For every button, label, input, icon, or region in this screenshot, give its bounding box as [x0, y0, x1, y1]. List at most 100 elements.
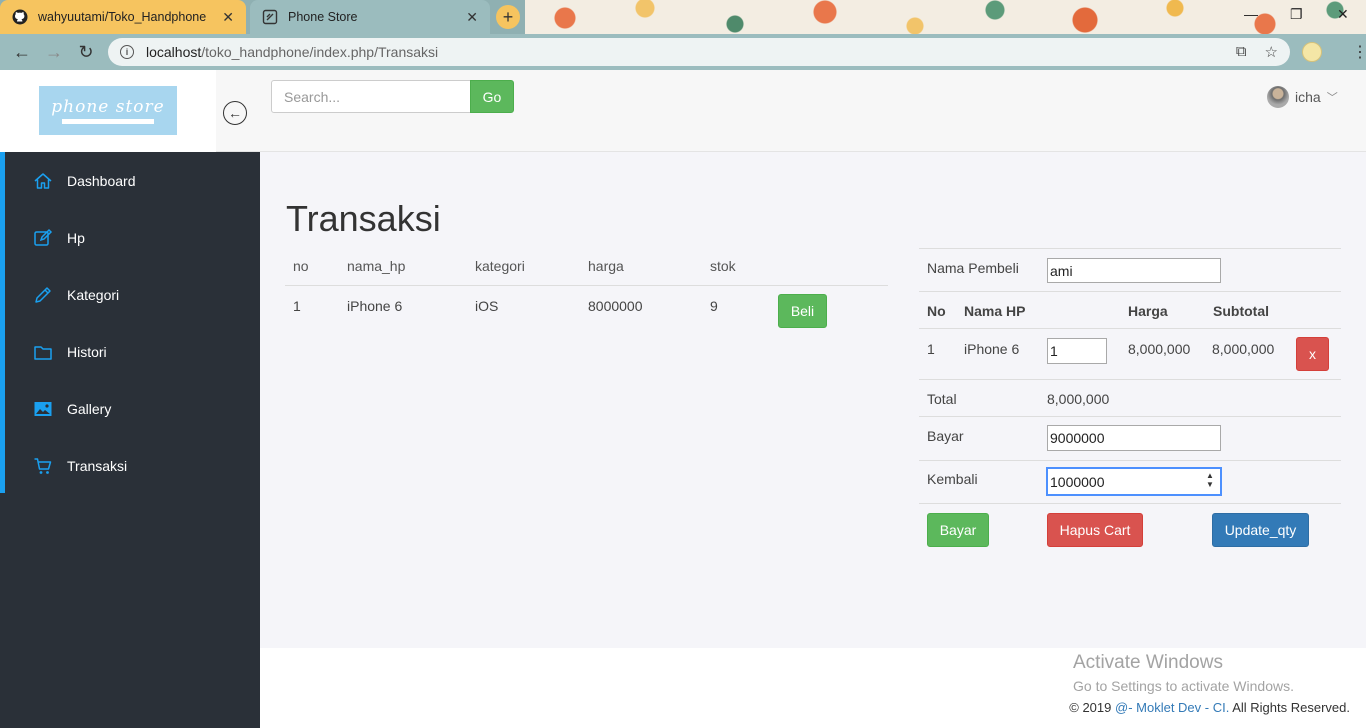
- profile-avatar-icon[interactable]: [1302, 42, 1322, 62]
- forward-arrow-icon[interactable]: →: [38, 42, 70, 63]
- cart-actions-row: Bayar Hapus Cart Update_qty: [919, 503, 1341, 559]
- back-arrow-icon[interactable]: ←: [6, 42, 38, 63]
- cell-no: 1: [293, 297, 301, 314]
- copyright: © 2019 @- Moklet Dev - CI. All Rights Re…: [1069, 700, 1350, 715]
- kembali-input[interactable]: [1047, 468, 1221, 495]
- logo[interactable]: phone store: [39, 86, 177, 135]
- minimize-icon[interactable]: —: [1244, 6, 1258, 22]
- sidebar-item-label: Hp: [67, 229, 85, 246]
- sidebar-item-label: Dashboard: [67, 172, 136, 189]
- address-bar[interactable]: i localhost/toko_handphone/index.php/Tra…: [108, 38, 1290, 66]
- bayar-row: Bayar: [919, 416, 1341, 460]
- column-header-no: no: [285, 248, 339, 286]
- column-header-action: [774, 248, 888, 286]
- sidebar-toggle-back-icon[interactable]: ←: [223, 101, 247, 125]
- github-icon: [12, 9, 28, 25]
- browser-tab-github[interactable]: wahyuutami/Toko_Handphone ✕: [0, 0, 246, 34]
- beli-button[interactable]: Beli: [778, 293, 827, 328]
- sidebar-item-dashboard[interactable]: Dashboard: [5, 152, 260, 209]
- cart-panel: Nama Pembeli No Nama HP Harga Subtotal 1…: [919, 248, 1341, 559]
- total-label: Total: [927, 391, 957, 407]
- bayar-button[interactable]: Bayar: [927, 513, 989, 547]
- cell-kategori: iOS: [475, 297, 499, 314]
- buyer-row: Nama Pembeli: [919, 248, 1341, 291]
- sidebar-item-label: Kategori: [67, 286, 120, 303]
- browser-theme-art: [525, 0, 1366, 34]
- cart-header-no: No: [927, 303, 946, 319]
- copyright-suffix: All Rights Reserved.: [1229, 700, 1350, 715]
- cart-icon: [33, 456, 53, 476]
- sidebar-item-hp[interactable]: Hp: [5, 209, 260, 266]
- app-header: phone store ← Go icha ﹀: [0, 70, 1366, 152]
- maximize-icon[interactable]: ❐: [1290, 6, 1303, 23]
- activate-windows-title: Activate Windows: [1073, 652, 1223, 673]
- sidebar-item-gallery[interactable]: Gallery: [5, 380, 260, 437]
- sidebar-item-histori[interactable]: Histori: [5, 323, 260, 380]
- page-title: Transaksi: [286, 198, 441, 239]
- chevron-down-icon: ﹀: [1326, 92, 1338, 104]
- window-close-icon[interactable]: ✕: [1337, 6, 1349, 23]
- browser-tab-phone-store[interactable]: Phone Store ✕: [250, 0, 490, 34]
- buyer-name-input[interactable]: [1047, 258, 1221, 283]
- table-row: 1 iPhone 6 iOS 8000000 9 Beli: [285, 285, 888, 337]
- cell-harga: 8000000: [588, 297, 643, 314]
- star-icon[interactable]: ☆: [1265, 43, 1278, 61]
- sidebar-item-label: Gallery: [67, 400, 112, 417]
- browser-tab-title: wahyuutami/Toko_Handphone: [38, 10, 207, 24]
- address-host: localhost: [146, 44, 202, 60]
- cart-header-nama: Nama HP: [964, 303, 1026, 319]
- browser-toolbar: ← → ↻ i localhost/toko_handphone/index.p…: [0, 34, 1366, 70]
- edit-icon: [33, 228, 53, 248]
- cell-nama-hp: iPhone 6: [347, 297, 403, 314]
- cart-item-row: 1 iPhone 6 8,000,000 8,000,000 x: [919, 328, 1341, 379]
- hapus-cart-button[interactable]: Hapus Cart: [1047, 513, 1143, 547]
- product-table: no nama_hp kategori harga stok 1 iPhone …: [285, 248, 888, 337]
- main-content: Transaksi no nama_hp kategori harga stok…: [260, 152, 1366, 648]
- cart-header-harga: Harga: [1128, 303, 1168, 319]
- logo-text: phone store: [51, 97, 165, 117]
- total-value: 8,000,000: [1047, 391, 1110, 407]
- reload-icon[interactable]: ↻: [70, 42, 102, 63]
- table-header-row: no nama_hp kategori harga stok: [285, 248, 888, 286]
- home-icon: [33, 171, 53, 191]
- search-go-button[interactable]: Go: [470, 80, 514, 113]
- column-header-harga: harga: [580, 248, 702, 286]
- user-avatar: [1267, 86, 1289, 108]
- close-icon[interactable]: ✕: [222, 9, 234, 26]
- new-tab-button[interactable]: +: [496, 5, 520, 29]
- total-row: Total 8,000,000: [919, 379, 1341, 416]
- sidebar-item-transaksi[interactable]: Transaksi: [5, 437, 260, 494]
- browser-menu-icon[interactable]: ⋮: [1352, 42, 1366, 62]
- sidebar-item-label: Histori: [67, 343, 107, 360]
- translate-icon[interactable]: ⧉: [1236, 43, 1247, 61]
- cart-header-subtotal: Subtotal: [1213, 303, 1269, 319]
- browser-tabstrip: wahyuutami/Toko_Handphone ✕ Phone Store …: [0, 0, 1366, 34]
- bayar-input[interactable]: [1047, 425, 1221, 451]
- buyer-label: Nama Pembeli: [927, 260, 1019, 276]
- user-name: icha: [1295, 89, 1321, 105]
- column-header-kategori: kategori: [467, 248, 580, 286]
- image-icon: [33, 399, 53, 419]
- sidebar-item-kategori[interactable]: Kategori: [5, 266, 260, 323]
- sidebar: Dashboard Hp Kategori Histori Gallery Tr…: [0, 152, 260, 728]
- remove-item-button[interactable]: x: [1296, 337, 1329, 371]
- user-menu[interactable]: icha ﹀: [1267, 86, 1338, 108]
- browser-tab-title: Phone Store: [288, 10, 358, 24]
- search-input[interactable]: [271, 80, 471, 113]
- pencil-icon: [33, 285, 53, 305]
- kembali-label: Kembali: [927, 471, 978, 487]
- copyright-link[interactable]: @- Moklet Dev - CI.: [1115, 700, 1229, 715]
- info-icon[interactable]: i: [120, 45, 134, 59]
- cart-item-nama: iPhone 6: [964, 341, 1020, 357]
- qty-input[interactable]: [1047, 338, 1107, 364]
- update-qty-button[interactable]: Update_qty: [1212, 513, 1309, 547]
- address-path: /toko_handphone/index.php/Transaksi: [201, 44, 439, 60]
- logo-area: phone store: [0, 70, 216, 152]
- folder-icon: [33, 342, 53, 362]
- sidebar-item-label: Transaksi: [67, 457, 128, 474]
- cart-item-no: 1: [927, 341, 935, 357]
- close-icon[interactable]: ✕: [466, 9, 478, 26]
- cart-item-subtotal: 8,000,000: [1212, 341, 1275, 357]
- footer: Activate Windows Go to Settings to activ…: [260, 648, 1366, 728]
- number-spinner-icon[interactable]: ▲ ▼: [1206, 471, 1214, 489]
